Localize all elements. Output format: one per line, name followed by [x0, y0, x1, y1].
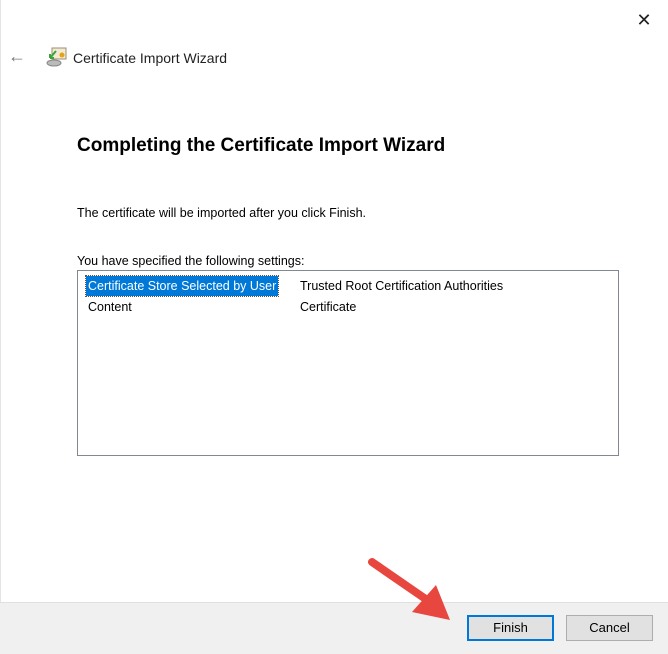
annotation-arrow-icon — [368, 558, 450, 620]
settings-label: You have specified the following setting… — [77, 254, 305, 268]
settings-list[interactable]: Certificate Store Selected by User Trust… — [77, 270, 619, 456]
setting-key: Content — [88, 300, 132, 314]
setting-key: Certificate Store Selected by User — [84, 275, 280, 297]
certificate-wizard-icon — [46, 47, 67, 67]
setting-value: Certificate — [300, 300, 357, 314]
cancel-button[interactable]: Cancel — [566, 615, 653, 641]
list-item[interactable]: Certificate Store Selected by User Trust… — [84, 275, 606, 297]
page-heading: Completing the Certificate Import Wizard — [77, 135, 446, 156]
info-text: The certificate will be imported after y… — [77, 206, 366, 220]
window-title: Certificate Import Wizard — [73, 50, 228, 66]
list-item[interactable]: Content Certificate — [86, 297, 606, 317]
finish-button[interactable]: Finish — [467, 615, 554, 641]
back-arrow-icon[interactable]: ← — [8, 46, 26, 67]
close-icon[interactable]: ✕ — [632, 8, 656, 32]
window-border — [0, 0, 1, 654]
setting-value: Trusted Root Certification Authorities — [300, 279, 504, 293]
